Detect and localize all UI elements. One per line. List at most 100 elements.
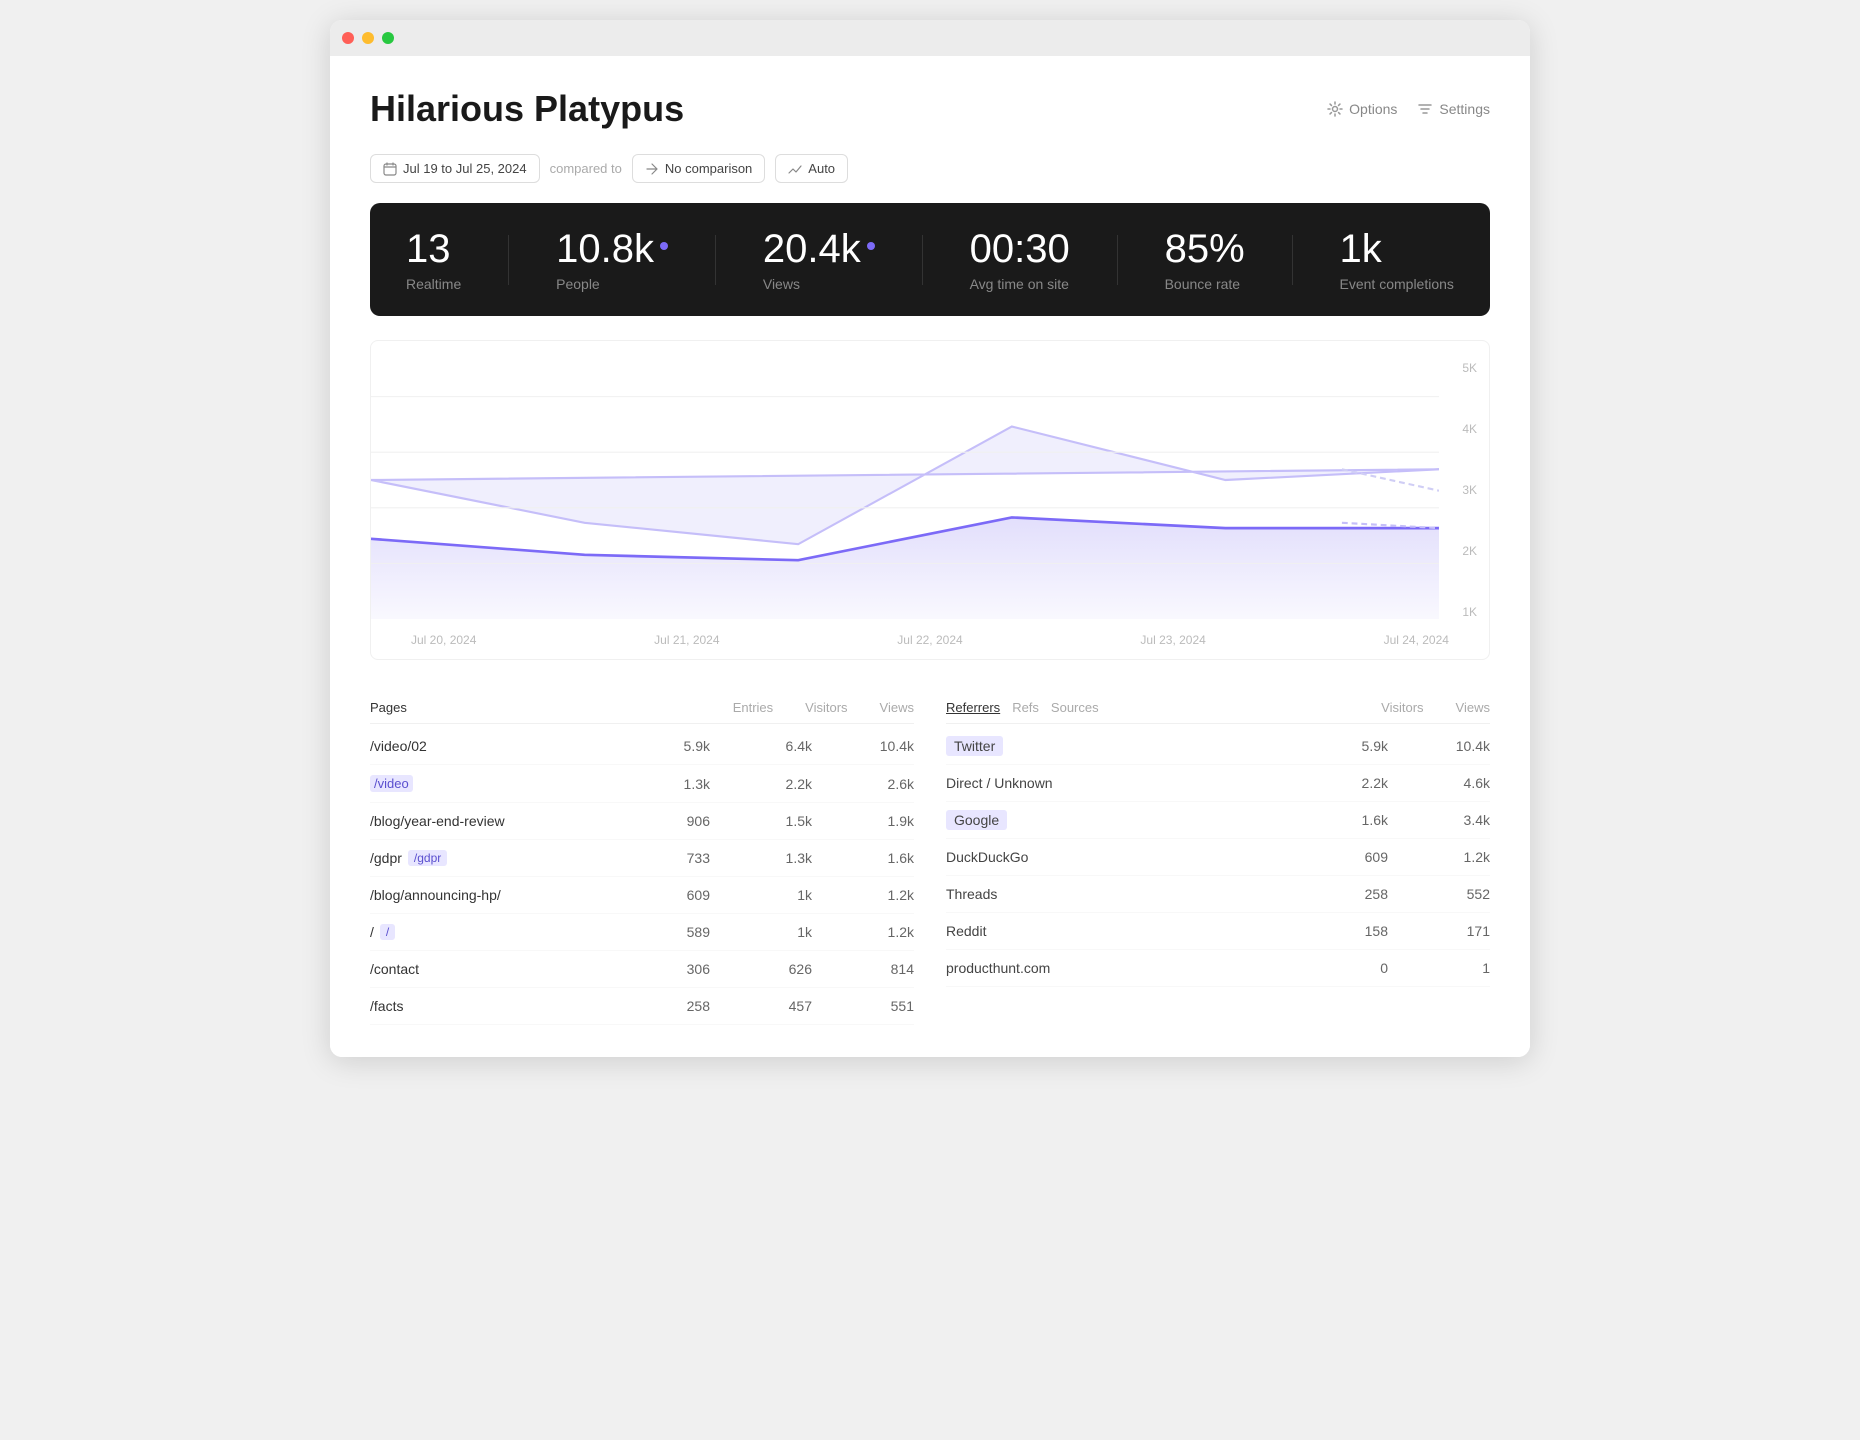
close-dot[interactable] — [342, 32, 354, 44]
table-row[interactable]: /blog/year-end-review 906 1.5k 1.9k — [370, 803, 914, 840]
ref-views-2: 3.4k — [1420, 812, 1490, 828]
options-button[interactable]: Options — [1327, 101, 1397, 117]
page-entries-1: 1.3k — [640, 776, 710, 792]
chart-icon — [788, 162, 802, 176]
referrer-name-3: DuckDuckGo — [946, 849, 1318, 865]
pages-table: Pages Entries Visitors Views /video/02 5… — [370, 692, 914, 1025]
stat-realtime-label: Realtime — [406, 276, 461, 292]
stat-realtime-value: 13 — [406, 227, 461, 272]
ref-visitors-3: 609 — [1318, 849, 1388, 865]
ref-visitors-5: 158 — [1318, 923, 1388, 939]
referrer-name-4: Threads — [946, 886, 1318, 902]
ref-views-5: 171 — [1420, 923, 1490, 939]
y-label-5k: 5K — [1462, 361, 1477, 375]
table-row[interactable]: / / 589 1k 1.2k — [370, 914, 914, 951]
date-range-label: Jul 19 to Jul 25, 2024 — [403, 161, 527, 176]
table-row[interactable]: Google 1.6k 3.4k — [946, 802, 1490, 839]
page-name-2: /blog/year-end-review — [370, 813, 640, 829]
page-name-1: /video — [370, 775, 640, 792]
referrer-name-6: producthunt.com — [946, 960, 1318, 976]
chart-type-label: Auto — [808, 161, 835, 176]
page-views-1: 2.6k — [844, 776, 914, 792]
table-row[interactable]: producthunt.com 0 1 — [946, 950, 1490, 987]
table-row[interactable]: /gdpr /gdpr 733 1.3k 1.6k — [370, 840, 914, 877]
table-row[interactable]: Threads 258 552 — [946, 876, 1490, 913]
stat-bounce-value: 85% — [1165, 227, 1245, 272]
table-row[interactable]: Twitter 5.9k 10.4k — [946, 728, 1490, 765]
page-views-6: 814 — [844, 961, 914, 977]
page-entries-4: 609 — [640, 887, 710, 903]
referrer-name-1: Direct / Unknown — [946, 775, 1318, 791]
referrer-name-0: Twitter — [946, 738, 1318, 754]
x-label-3: Jul 23, 2024 — [1140, 633, 1205, 647]
table-row[interactable]: /facts 258 457 551 — [370, 988, 914, 1025]
comparison-label: No comparison — [665, 161, 752, 176]
visitors-col-header-pages: Visitors — [805, 700, 847, 715]
chart-svg — [371, 341, 1439, 619]
stat-views-label: Views — [763, 276, 875, 292]
calendar-icon — [383, 162, 397, 176]
maximize-dot[interactable] — [382, 32, 394, 44]
stat-people-label: People — [556, 276, 668, 292]
page-entries-2: 906 — [640, 813, 710, 829]
stat-bounce-label: Bounce rate — [1165, 276, 1245, 292]
titlebar — [330, 20, 1530, 56]
ref-visitors-4: 258 — [1318, 886, 1388, 902]
views-col-header-ref: Views — [1456, 700, 1490, 715]
ref-views-0: 10.4k — [1420, 738, 1490, 754]
tab-sources[interactable]: Sources — [1051, 700, 1099, 715]
header-row: Hilarious Platypus Options Settings — [370, 88, 1490, 130]
settings-label: Settings — [1439, 101, 1490, 117]
stat-avg-time-label: Avg time on site — [970, 276, 1070, 292]
referrers-table: Referrers Refs Sources Visitors Views Tw… — [946, 692, 1490, 1025]
stat-events-label: Event completions — [1340, 276, 1454, 292]
minimize-dot[interactable] — [362, 32, 374, 44]
filters-row: Jul 19 to Jul 25, 2024 compared to No co… — [370, 154, 1490, 183]
page-visitors-2: 1.5k — [742, 813, 812, 829]
pages-table-header: Pages Entries Visitors Views — [370, 692, 914, 724]
y-label-1k: 1K — [1462, 605, 1477, 619]
page-visitors-1: 2.2k — [742, 776, 812, 792]
ref-visitors-0: 5.9k — [1318, 738, 1388, 754]
page-views-4: 1.2k — [844, 887, 914, 903]
ref-views-6: 1 — [1420, 960, 1490, 976]
table-row[interactable]: Reddit 158 171 — [946, 913, 1490, 950]
y-label-4k: 4K — [1462, 422, 1477, 436]
ref-views-3: 1.2k — [1420, 849, 1490, 865]
ref-visitors-6: 0 — [1318, 960, 1388, 976]
page-entries-5: 589 — [640, 924, 710, 940]
stat-people: 10.8k People — [556, 227, 668, 292]
comparison-button[interactable]: No comparison — [632, 154, 765, 183]
ref-visitors-2: 1.6k — [1318, 812, 1388, 828]
page-views-3: 1.6k — [844, 850, 914, 866]
table-row[interactable]: /video 1.3k 2.2k 2.6k — [370, 765, 914, 803]
app-window: Hilarious Platypus Options Settings — [330, 20, 1530, 1057]
page-name-6: /contact — [370, 961, 640, 977]
page-title: Hilarious Platypus — [370, 88, 684, 130]
stats-bar: 13 Realtime 10.8k People 20.4k Views 00: — [370, 203, 1490, 316]
settings-button[interactable]: Settings — [1417, 101, 1490, 117]
tables-row: Pages Entries Visitors Views /video/02 5… — [370, 692, 1490, 1025]
date-range-button[interactable]: Jul 19 to Jul 25, 2024 — [370, 154, 540, 183]
tab-referrers[interactable]: Referrers — [946, 700, 1000, 715]
chart-type-button[interactable]: Auto — [775, 154, 848, 183]
ref-views-4: 552 — [1420, 886, 1490, 902]
table-row[interactable]: /blog/announcing-hp/ 609 1k 1.2k — [370, 877, 914, 914]
referrer-name-2: Google — [946, 812, 1318, 828]
page-name-4: /blog/announcing-hp/ — [370, 887, 640, 903]
table-row[interactable]: /contact 306 626 814 — [370, 951, 914, 988]
y-label-3k: 3K — [1462, 483, 1477, 497]
page-visitors-0: 6.4k — [742, 738, 812, 754]
x-label-0: Jul 20, 2024 — [411, 633, 476, 647]
page-name-3: /gdpr /gdpr — [370, 850, 640, 866]
table-row[interactable]: /video/02 5.9k 6.4k 10.4k — [370, 728, 914, 765]
stat-views: 20.4k Views — [763, 227, 875, 292]
stat-people-value: 10.8k — [556, 227, 668, 272]
tab-refs[interactable]: Refs — [1012, 700, 1039, 715]
x-label-4: Jul 24, 2024 — [1384, 633, 1449, 647]
stat-realtime: 13 Realtime — [406, 227, 461, 292]
compared-to-label: compared to — [550, 161, 622, 176]
table-row[interactable]: DuckDuckGo 609 1.2k — [946, 839, 1490, 876]
table-row[interactable]: Direct / Unknown 2.2k 4.6k — [946, 765, 1490, 802]
page-name-5: / / — [370, 924, 640, 940]
